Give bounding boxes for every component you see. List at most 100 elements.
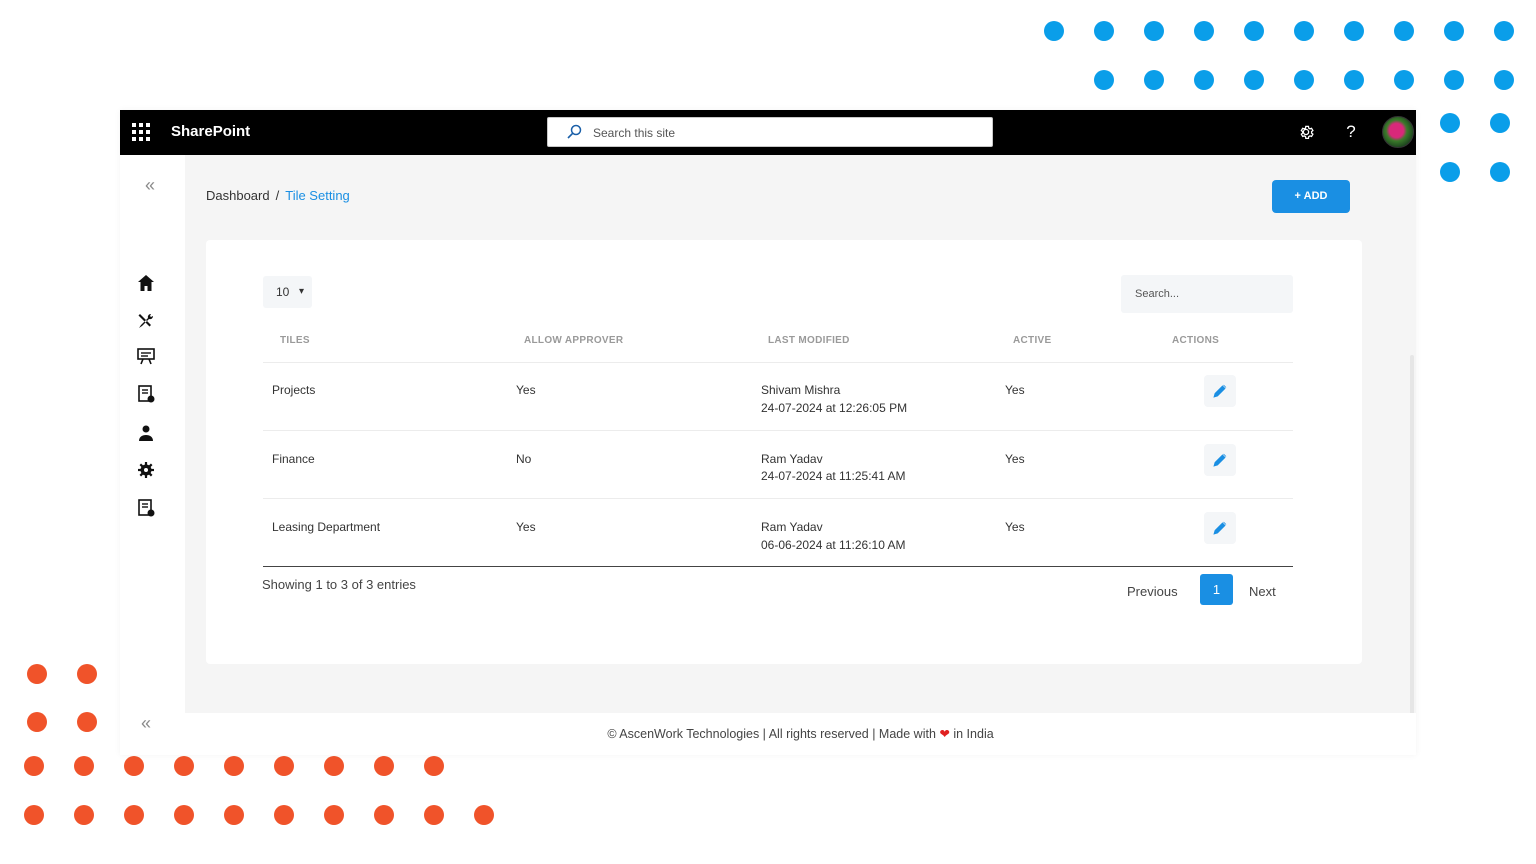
user-icon[interactable]	[136, 423, 156, 443]
footer-text: © AscenWork Technologies | All rights re…	[607, 727, 936, 741]
table-search-input[interactable]: Search...	[1121, 275, 1293, 313]
decorative-dot	[374, 756, 394, 776]
cell-active: Yes	[1005, 520, 1025, 534]
entries-info: Showing 1 to 3 of 3 entries	[262, 577, 416, 592]
decorative-dot	[1394, 21, 1414, 41]
footer-text-end: in India	[953, 727, 994, 741]
decorative-dot	[274, 756, 294, 776]
main-scrollbar[interactable]	[1410, 355, 1414, 715]
column-header-tiles[interactable]: TILES	[280, 335, 310, 346]
decorative-dot	[1344, 21, 1364, 41]
decorative-dot	[124, 805, 144, 825]
decorative-dot	[224, 805, 244, 825]
decorative-dot	[1294, 21, 1314, 41]
edit-button[interactable]	[1204, 512, 1236, 544]
column-header-last-modified[interactable]: LAST MODIFIED	[768, 335, 850, 346]
tiles-table-card: 10 ▾ Search... TILES ALLOW APPROVER LAST…	[206, 240, 1362, 664]
collapse-sidebar-icon[interactable]: «	[141, 713, 151, 734]
cell-tile: Projects	[272, 383, 316, 397]
breadcrumb-separator: /	[275, 188, 280, 203]
previous-page-button[interactable]: Previous	[1127, 584, 1178, 599]
gear-icon[interactable]	[1295, 121, 1317, 143]
app-brand[interactable]: SharePoint	[171, 123, 250, 140]
collapse-sidebar-icon[interactable]: «	[145, 175, 155, 196]
chevron-down-icon: ▾	[298, 286, 304, 297]
decorative-dot	[1294, 70, 1314, 90]
decorative-dot	[374, 805, 394, 825]
row-divider	[263, 430, 1293, 431]
decorative-dot	[77, 712, 97, 732]
decorative-dot	[1194, 70, 1214, 90]
decorative-dot	[1490, 162, 1510, 182]
decorative-dot	[77, 664, 97, 684]
pencil-icon	[1213, 521, 1227, 535]
decorative-dot	[274, 805, 294, 825]
sidebar: « «	[120, 155, 185, 755]
pencil-icon	[1213, 384, 1227, 398]
cell-modified-by: Shivam Mishra	[761, 383, 841, 397]
document-settings-icon[interactable]	[136, 384, 156, 404]
pencil-icon	[1213, 453, 1227, 467]
decorative-dot	[1194, 21, 1214, 41]
decorative-dot	[174, 756, 194, 776]
decorative-dot	[1494, 21, 1514, 41]
table-bottom-border	[263, 566, 1293, 567]
cell-modified-at: 24-07-2024 at 11:25:41 AM	[761, 469, 906, 483]
cell-active: Yes	[1005, 452, 1025, 466]
cell-allow-approver: Yes	[516, 383, 536, 397]
cell-modified-by: Ram Yadav	[761, 452, 823, 466]
decorative-dot	[1344, 70, 1364, 90]
page-size-select[interactable]: 10 ▾	[263, 276, 312, 308]
decorative-dot	[24, 756, 44, 776]
waffle-icon[interactable]	[132, 123, 150, 141]
search-placeholder: Search this site	[593, 126, 676, 140]
cell-allow-approver: Yes	[516, 520, 536, 534]
decorative-dot	[27, 712, 47, 732]
add-button[interactable]: + ADD	[1272, 180, 1350, 213]
decorative-dot	[1494, 70, 1514, 90]
cell-tile: Finance	[272, 452, 315, 466]
gear-icon[interactable]	[136, 460, 156, 480]
edit-button[interactable]	[1204, 375, 1236, 407]
help-icon[interactable]: ?	[1340, 121, 1362, 143]
cell-modified-at: 06-06-2024 at 11:26:10 AM	[761, 538, 906, 552]
document-settings-icon[interactable]	[136, 498, 156, 518]
decorative-dot	[174, 805, 194, 825]
next-page-button[interactable]: Next	[1249, 584, 1276, 599]
edit-button[interactable]	[1204, 444, 1236, 476]
page-1-button[interactable]: 1	[1200, 574, 1233, 605]
column-header-actions: ACTIONS	[1172, 335, 1220, 346]
decorative-dot	[424, 805, 444, 825]
decorative-dot	[27, 664, 47, 684]
avatar[interactable]	[1382, 116, 1414, 148]
decorative-dot	[1244, 21, 1264, 41]
cell-allow-approver: No	[516, 452, 532, 466]
app-window: SharePoint Search this site ? « « Dashbo…	[120, 110, 1416, 755]
decorative-dot	[1394, 70, 1414, 90]
tools-icon[interactable]	[136, 311, 156, 331]
breadcrumb: Dashboard / Tile Setting	[206, 188, 350, 203]
decorative-dot	[1490, 113, 1510, 133]
decorative-dot	[74, 756, 94, 776]
search-icon	[567, 124, 582, 139]
decorative-dot	[1444, 21, 1464, 41]
decorative-dot	[1444, 70, 1464, 90]
decorative-dot	[1244, 70, 1264, 90]
decorative-dot	[1044, 21, 1064, 41]
row-divider	[263, 498, 1293, 499]
decorative-dot	[324, 756, 344, 776]
column-header-allow-approver[interactable]: ALLOW APPROVER	[524, 335, 623, 346]
cell-active: Yes	[1005, 383, 1025, 397]
decorative-dot	[1440, 162, 1460, 182]
decorative-dot	[424, 756, 444, 776]
decorative-dot	[224, 756, 244, 776]
cell-modified-by: Ram Yadav	[761, 520, 823, 534]
breadcrumb-dashboard[interactable]: Dashboard	[206, 188, 270, 203]
decorative-dot	[1144, 21, 1164, 41]
column-header-active[interactable]: ACTIVE	[1013, 335, 1051, 346]
home-icon[interactable]	[136, 273, 156, 293]
presentation-icon[interactable]	[136, 346, 156, 366]
top-bar: SharePoint Search this site ?	[120, 110, 1416, 155]
decorative-dot	[24, 805, 44, 825]
site-search-input[interactable]: Search this site	[547, 117, 993, 147]
